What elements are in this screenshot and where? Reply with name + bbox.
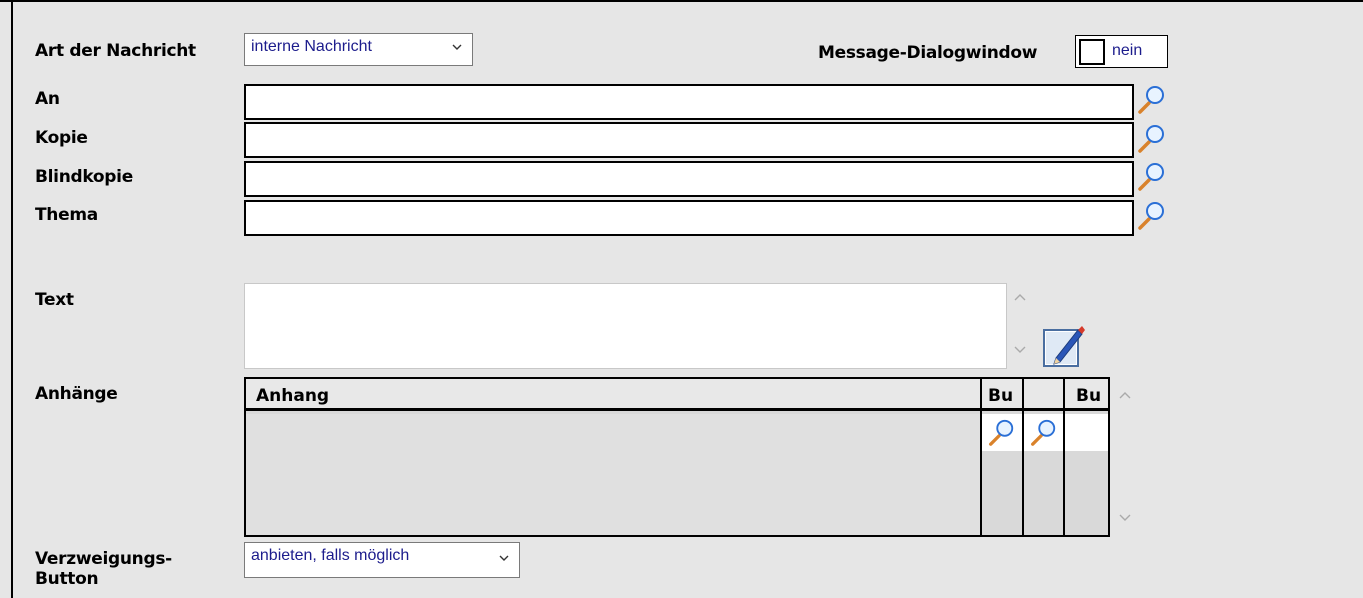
dialog-window-toggle[interactable]: nein <box>1075 35 1168 68</box>
magnifier-icon[interactable] <box>1136 160 1166 192</box>
scroll-down-icon[interactable] <box>1013 345 1027 355</box>
column-divider <box>1022 379 1024 535</box>
scroll-down-icon[interactable] <box>1118 513 1132 523</box>
cc-label: Kopie <box>35 128 88 148</box>
subject-label: Thema <box>35 205 98 225</box>
dialog-window-value: nein <box>1112 42 1143 59</box>
branch-button-label-line2: Button <box>35 569 99 589</box>
subject-field[interactable] <box>244 200 1134 236</box>
window-left-border <box>11 0 13 598</box>
message-type-select[interactable]: interne Nachricht <box>244 33 473 66</box>
message-type-value: interne Nachricht <box>251 38 372 55</box>
text-area[interactable] <box>244 283 1007 369</box>
magnifier-icon[interactable] <box>1136 83 1166 115</box>
to-label: An <box>35 89 60 109</box>
column-header-bu-2[interactable]: Bu <box>1076 386 1104 406</box>
column-divider <box>1063 379 1065 535</box>
branch-button-label: Verzweigungs- Button <box>35 549 172 589</box>
branch-button-select[interactable]: anbieten, falls möglich <box>244 542 520 578</box>
chevron-down-icon <box>499 555 509 561</box>
column-header-bu-1[interactable]: Bu <box>988 386 1016 406</box>
scroll-up-icon[interactable] <box>1013 292 1027 302</box>
magnifier-icon[interactable] <box>986 417 1016 447</box>
column-divider <box>980 379 982 535</box>
grid-empty-area <box>246 414 980 535</box>
text-label: Text <box>35 290 74 310</box>
branch-button-label-line1: Verzweigungs- <box>35 549 172 569</box>
attachments-grid[interactable]: Anhang Bu Bu <box>244 377 1110 537</box>
message-type-label: Art der Nachricht <box>35 41 196 61</box>
chevron-down-icon <box>452 44 462 50</box>
magnifier-icon[interactable] <box>1136 199 1166 231</box>
magnifier-icon[interactable] <box>1028 417 1058 447</box>
magnifier-icon[interactable] <box>1136 122 1166 154</box>
to-field[interactable] <box>244 84 1134 120</box>
dialog-window-label: Message-Dialogwindow <box>818 43 1038 63</box>
bcc-label: Blindkopie <box>35 167 133 187</box>
attachments-label: Anhänge <box>35 384 118 404</box>
cc-field[interactable] <box>244 122 1134 158</box>
edit-pencil-icon[interactable] <box>1042 322 1088 368</box>
attachments-grid-header: Anhang Bu Bu <box>246 379 1108 411</box>
column-header-anhang[interactable]: Anhang <box>256 386 976 406</box>
scroll-up-icon[interactable] <box>1118 390 1132 400</box>
dialog-window-checkbox[interactable] <box>1079 39 1105 65</box>
branch-button-value: anbieten, falls möglich <box>251 547 410 564</box>
bcc-field[interactable] <box>244 161 1134 197</box>
window-top-border <box>0 0 1363 2</box>
